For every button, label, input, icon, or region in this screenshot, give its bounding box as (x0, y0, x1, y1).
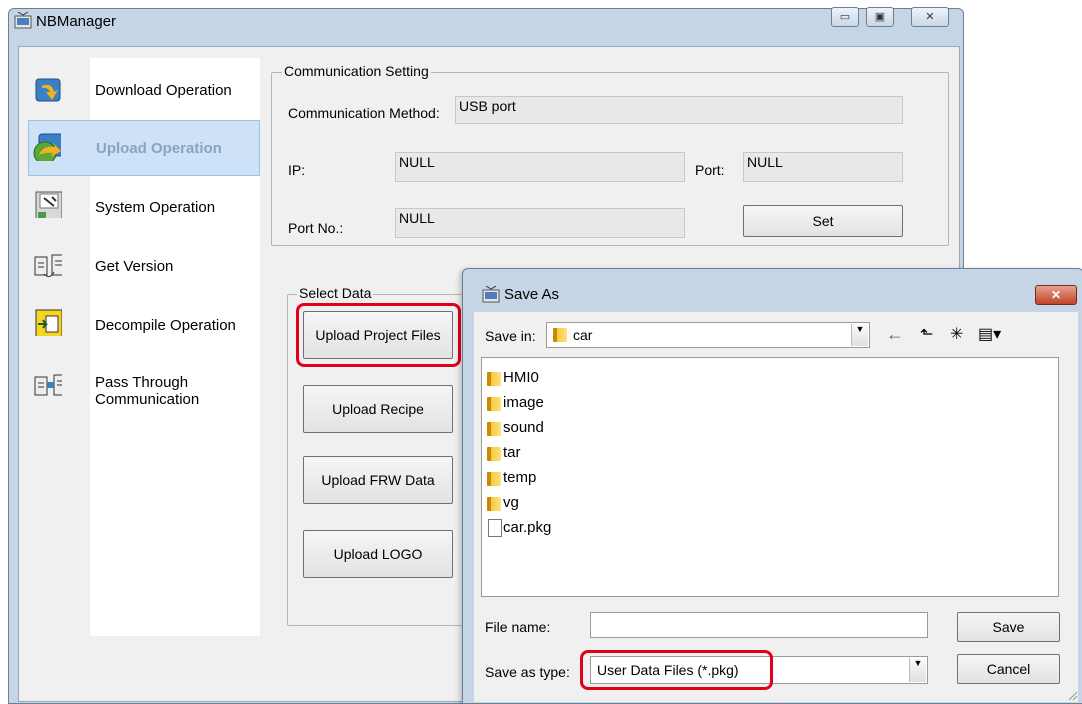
communication-method-label: Communication Method: (288, 105, 440, 121)
cancel-button[interactable]: Cancel (957, 654, 1060, 684)
save-in-dropdown[interactable]: car ▼ (546, 322, 870, 348)
window-title: NBManager (36, 13, 117, 30)
sidebar-item-pass-through-communication[interactable]: Pass Through Communication (28, 366, 260, 422)
resize-grip-icon[interactable] (1066, 688, 1078, 701)
sidebar-item-label: Pass Through Communication (95, 374, 200, 408)
upload-frw-data-button[interactable]: Upload FRW Data (303, 456, 453, 504)
port-no-label: Port No.: (288, 220, 344, 236)
dialog-close-button[interactable]: ✕ (1035, 285, 1077, 305)
save-in-value: car (573, 327, 593, 343)
new-folder-icon[interactable]: ✳ (950, 324, 963, 344)
ip-field: NULL (395, 152, 685, 182)
save-button[interactable]: Save (957, 612, 1060, 642)
ip-label: IP: (288, 162, 306, 178)
view-menu-icon[interactable]: ▤▾ (978, 324, 1001, 344)
sidebar-item-label: Upload Operation (96, 140, 222, 157)
maximize-button[interactable]: ▣ (866, 7, 894, 27)
sidebar-item-decompile-operation[interactable]: Decompile Operation (28, 298, 260, 350)
app-icon (14, 11, 32, 29)
folder-icon (487, 397, 501, 411)
port-no-field: NULL (395, 208, 685, 238)
select-data-legend: Select Data (297, 285, 374, 301)
sidebar-item-system-operation[interactable]: System Operation (28, 180, 260, 232)
communication-method-field: USB port (455, 96, 903, 124)
download-operation-icon (35, 78, 61, 102)
folder-icon (553, 328, 567, 342)
close-button[interactable]: ✕ (911, 7, 949, 27)
file-name-input[interactable] (590, 612, 928, 638)
pass-through-communication-icon (34, 374, 62, 396)
upload-project-files-button[interactable]: Upload Project Files (303, 311, 453, 359)
port-label: Port: (695, 162, 725, 178)
sidebar-item-label: Decompile Operation (95, 317, 236, 334)
folder-icon (487, 447, 501, 461)
get-version-icon (34, 254, 62, 278)
upload-logo-button[interactable]: Upload LOGO (303, 530, 453, 578)
back-icon[interactable]: ← (886, 324, 904, 345)
sidebar-item-label: System Operation (95, 199, 216, 216)
dialog-app-icon (482, 285, 500, 303)
sidebar-item-download-operation[interactable]: Download Operation (28, 64, 260, 116)
system-operation-icon (35, 191, 62, 218)
chevron-down-icon: ▼ (851, 324, 868, 346)
sidebar-item-label: Get Version (95, 258, 174, 275)
sidebar-item-upload-operation[interactable]: Upload Operation (28, 120, 260, 176)
communication-setting-legend: Communication Setting (282, 63, 431, 79)
save-in-label: Save in: (485, 328, 536, 344)
decompile-operation-icon (35, 309, 62, 336)
sidebar-item-get-version[interactable]: Get Version (28, 240, 260, 292)
upload-operation-icon (33, 133, 61, 161)
minimize-button[interactable]: ▭ (831, 7, 859, 27)
folder-icon (487, 472, 501, 486)
folder-icon (487, 372, 501, 386)
folder-icon (487, 422, 501, 436)
port-field: NULL (743, 152, 903, 182)
chevron-down-icon: ▼ (909, 658, 926, 682)
upload-recipe-button[interactable]: Upload Recipe (303, 385, 453, 433)
save-as-type-value: User Data Files (*.pkg) (597, 662, 739, 678)
save-as-type-dropdown[interactable]: User Data Files (*.pkg) ▼ (590, 656, 928, 684)
save-as-type-label: Save as type: (485, 664, 570, 680)
file-list[interactable] (481, 357, 1059, 597)
file-icon (488, 519, 502, 537)
up-folder-icon[interactable]: ⬑ (920, 324, 933, 344)
file-name-label: File name: (485, 619, 551, 635)
dialog-title: Save As (504, 286, 560, 303)
set-button[interactable]: Set (743, 205, 903, 237)
sidebar-item-label: Download Operation (95, 82, 232, 99)
folder-icon (487, 497, 501, 511)
